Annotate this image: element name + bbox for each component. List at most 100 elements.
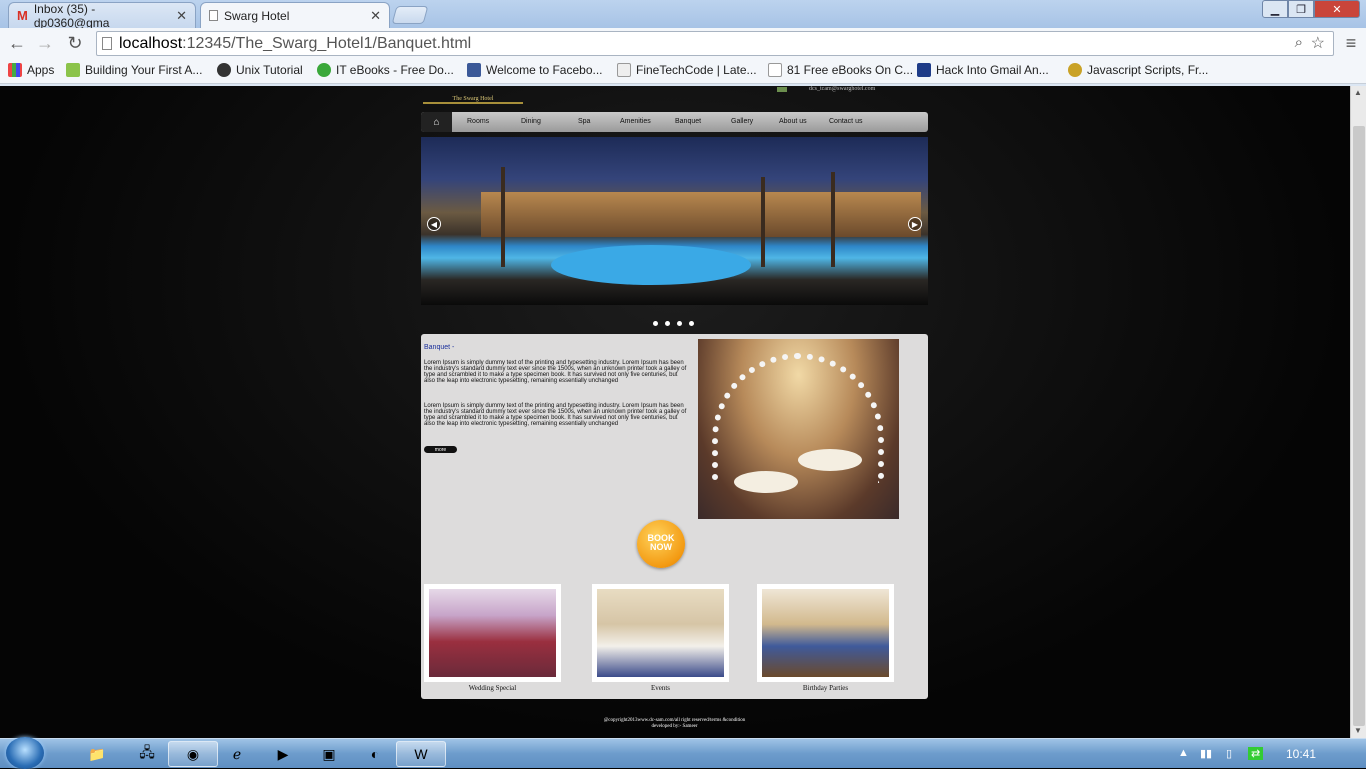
- signal-icon[interactable]: ▮▮: [1200, 747, 1212, 760]
- bookmark-item[interactable]: Hack Into Gmail An...: [917, 63, 1049, 77]
- menu-about[interactable]: About us: [779, 118, 807, 125]
- caption-birthday: Birthday Parties: [802, 684, 849, 692]
- book-now-button[interactable]: BOOK NOW: [637, 520, 685, 568]
- windows-taskbar: 📁 🖧 ◉ ℯ ▶ ▣ ◐ W ▲ ▮▮ ▯ ⇄ 10:41: [0, 737, 1366, 769]
- scroll-up-icon[interactable]: ▲: [1354, 88, 1362, 97]
- slider-dot[interactable]: [677, 321, 682, 326]
- caption-events: Events: [650, 684, 671, 692]
- menu-spa[interactable]: Spa: [578, 118, 590, 125]
- birthday-image: [762, 589, 889, 677]
- mail-icon: [777, 87, 787, 92]
- gmail-icon: M: [17, 8, 28, 23]
- page-viewport: The Swarg Hotel dcs_tcam@swarghotel.com …: [0, 86, 1350, 738]
- hero-slider: ◀ ▶: [421, 137, 928, 305]
- menu-amenities[interactable]: Amenities: [620, 118, 651, 125]
- footer-developer: developed by:- Sameer: [651, 724, 698, 729]
- linux-icon: [217, 63, 231, 77]
- tab-swarg-hotel[interactable]: Swarg Hotel ✕: [200, 2, 390, 28]
- menu-dining[interactable]: Dining: [521, 118, 541, 125]
- forward-arrow-icon[interactable]: →: [34, 32, 56, 54]
- explorer-icon[interactable]: 📁: [72, 741, 122, 767]
- banquet-paragraph: Lorem Ipsum is simply dummy text of the …: [424, 403, 687, 427]
- ebooks-icon: [317, 63, 331, 77]
- bookmark-item[interactable]: Building Your First A...: [66, 63, 202, 77]
- section-title: Banquet -: [424, 344, 455, 351]
- thumb-wedding[interactable]: [424, 584, 561, 682]
- hotel-logo[interactable]: The Swarg Hotel: [423, 86, 523, 104]
- slider-dot[interactable]: [689, 321, 694, 326]
- facebook-icon: [467, 63, 481, 77]
- bookmark-label: FineTechCode | Late...: [636, 63, 757, 77]
- close-window-button[interactable]: ✕: [1314, 0, 1360, 18]
- close-tab-icon[interactable]: ✕: [176, 8, 187, 24]
- minimize-button[interactable]: ▁: [1262, 0, 1288, 18]
- bookmark-label: Unix Tutorial: [236, 63, 303, 77]
- slider-prev-icon[interactable]: ◀: [427, 217, 441, 231]
- more-button[interactable]: more: [424, 446, 457, 453]
- menu-icon[interactable]: ≡: [1340, 32, 1362, 54]
- thumb-events[interactable]: [592, 584, 729, 682]
- word-icon[interactable]: W: [396, 741, 446, 767]
- battery-icon[interactable]: ▯: [1226, 747, 1232, 760]
- bookmark-item[interactable]: FineTechCode | Late...: [617, 63, 757, 77]
- clock[interactable]: 10:41: [1286, 747, 1316, 761]
- palm-tree: [501, 167, 505, 267]
- vertical-scrollbar[interactable]: ▲ ▼: [1350, 86, 1366, 738]
- maximize-button[interactable]: ❐: [1288, 0, 1314, 18]
- bookmark-item[interactable]: IT eBooks - Free Do...: [317, 63, 454, 77]
- slider-dot[interactable]: [653, 321, 658, 326]
- banquet-content: Banquet - Lorem Ipsum is simply dummy te…: [421, 334, 928, 699]
- search-icon[interactable]: ⌕: [1295, 34, 1303, 51]
- bookmark-item[interactable]: Javascript Scripts, Fr...: [1068, 63, 1208, 77]
- bookmark-item[interactable]: Welcome to Facebo...: [467, 63, 603, 77]
- slider-dot[interactable]: [665, 321, 670, 326]
- close-tab-icon[interactable]: ✕: [370, 8, 381, 24]
- browser-chrome: M Inbox (35) - dp0360@gma ✕ Swarg Hotel …: [0, 0, 1366, 86]
- bookmark-label: Hack Into Gmail An...: [936, 63, 1049, 77]
- site-footer: @copyright2013www.dc-sam.com/all right r…: [421, 718, 928, 730]
- tab-title: Swarg Hotel: [224, 8, 290, 23]
- palm-tree: [831, 172, 835, 267]
- table-shape: [734, 471, 798, 493]
- bookmark-label: Welcome to Facebo...: [486, 63, 603, 77]
- scrollbar-thumb[interactable]: [1353, 126, 1365, 726]
- bookmark-label: Building Your First A...: [85, 63, 203, 77]
- page-icon: [209, 10, 218, 21]
- photoshop-icon[interactable]: ▣: [304, 741, 354, 767]
- menu-banquet[interactable]: Banquet: [675, 118, 701, 125]
- media-player-icon[interactable]: ▶: [258, 741, 308, 767]
- page-icon: [768, 63, 782, 77]
- bookmark-label: Apps: [27, 63, 55, 77]
- app-tray-icon[interactable]: ⇄: [1248, 747, 1264, 760]
- bookmark-item[interactable]: 81 Free eBooks On C...: [768, 63, 913, 77]
- home-icon[interactable]: ⌂: [421, 112, 452, 132]
- new-tab-button[interactable]: [391, 6, 429, 24]
- javascript-icon: [1068, 63, 1082, 77]
- start-button[interactable]: [6, 737, 44, 769]
- efy-icon: [917, 63, 931, 77]
- bookmark-apps[interactable]: Apps: [8, 63, 54, 77]
- address-bar[interactable]: localhost:12345/The_Swarg_Hotel1/Banquet…: [96, 31, 1334, 56]
- bookmark-item[interactable]: Unix Tutorial: [217, 63, 303, 77]
- chrome-icon[interactable]: ◉: [168, 741, 218, 767]
- thumb-birthday[interactable]: [757, 584, 894, 682]
- banquet-hall-image: [698, 339, 899, 519]
- network-icon[interactable]: 🖧: [122, 741, 172, 767]
- tab-inbox[interactable]: M Inbox (35) - dp0360@gma ✕: [8, 2, 196, 30]
- bookmark-label: 81 Free eBooks On C...: [787, 63, 914, 77]
- slider-next-icon[interactable]: ▶: [908, 217, 922, 231]
- reload-icon[interactable]: ↻: [64, 32, 86, 54]
- ie-icon[interactable]: ℯ: [212, 741, 262, 767]
- scroll-down-icon[interactable]: ▼: [1354, 726, 1362, 735]
- menu-gallery[interactable]: Gallery: [731, 118, 753, 125]
- hotel-building-image: [481, 192, 921, 237]
- menu-contact[interactable]: Contact us: [829, 118, 862, 125]
- palm-tree: [761, 177, 765, 267]
- back-arrow-icon[interactable]: ←: [6, 32, 28, 54]
- show-hidden-icon[interactable]: ▲: [1178, 747, 1189, 759]
- bookmark-label: Javascript Scripts, Fr...: [1087, 63, 1209, 77]
- eclipse-icon[interactable]: ◐: [350, 741, 400, 767]
- star-icon[interactable]: ☆: [1311, 33, 1325, 53]
- banquet-paragraph: Lorem Ipsum is simply dummy text of the …: [424, 360, 687, 384]
- menu-rooms[interactable]: Rooms: [467, 118, 489, 125]
